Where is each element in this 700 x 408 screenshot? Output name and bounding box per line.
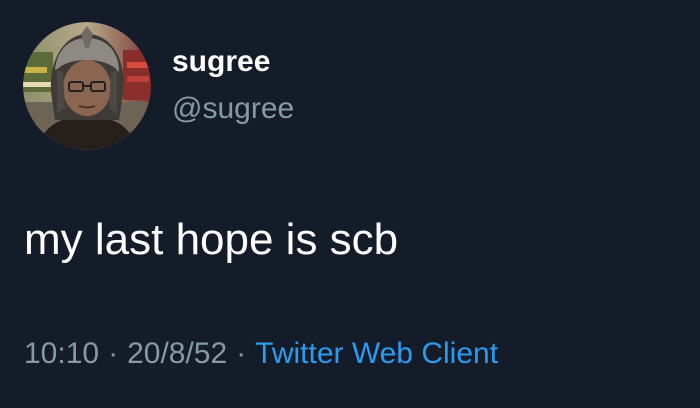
separator-dot: · [236, 337, 247, 370]
tweet-text: my last hope is scb [24, 215, 399, 264]
user-handle[interactable]: @sugree [172, 90, 294, 128]
tweet-source-link[interactable]: Twitter Web Client [255, 337, 498, 370]
avatar[interactable] [23, 22, 151, 150]
separator-dot: · [108, 337, 119, 370]
tweet-time[interactable]: 10:10 [24, 337, 99, 370]
display-name[interactable]: sugree [172, 44, 270, 80]
tweet-date[interactable]: 20/8/52 [127, 337, 227, 370]
tweet-metadata: 10:10 · 20/8/52 · Twitter Web Client [24, 334, 498, 374]
tweet-card: sugree @sugree my last hope is scb 10:10… [0, 0, 700, 408]
